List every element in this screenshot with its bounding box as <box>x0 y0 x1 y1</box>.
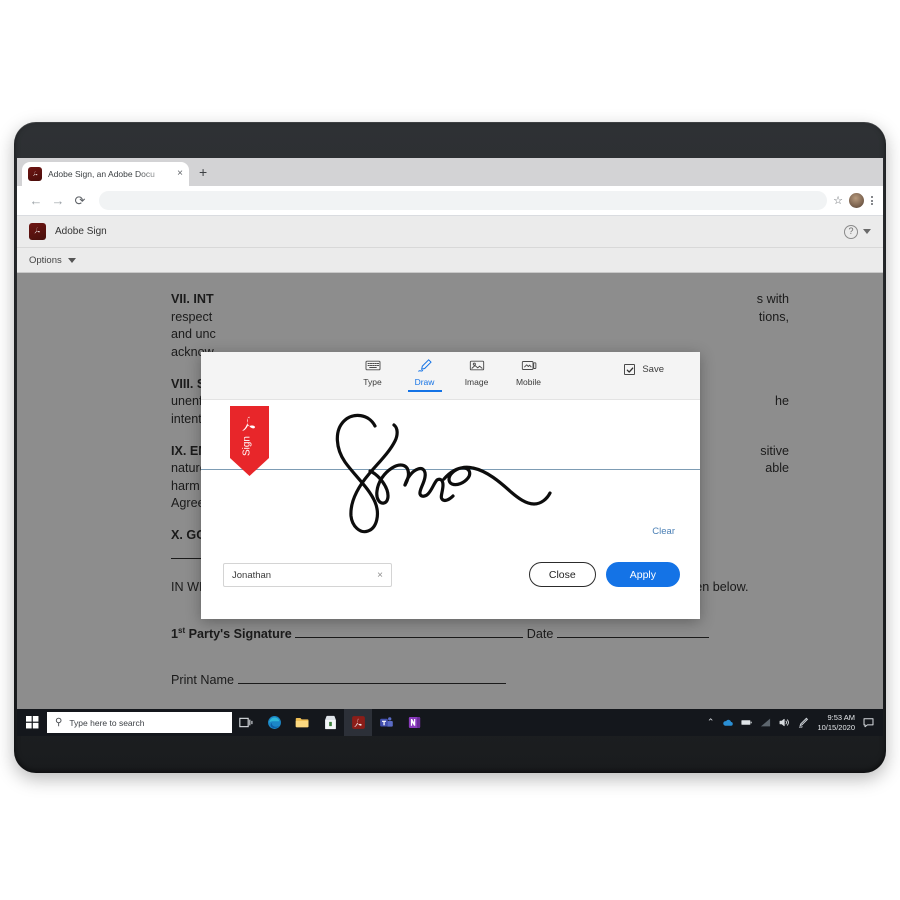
volume-icon[interactable] <box>779 717 790 728</box>
doc-fragment: sitive <box>760 443 789 458</box>
back-icon[interactable]: ← <box>25 193 47 208</box>
pen-draw-icon <box>417 357 433 373</box>
file-explorer-icon[interactable] <box>288 709 316 736</box>
clock-time: 9:53 AM <box>827 713 855 722</box>
chevron-down-icon[interactable] <box>863 229 871 234</box>
options-bar: Options <box>17 248 883 273</box>
search-input[interactable]: ⚲ Type here to search <box>47 712 232 733</box>
doc-signature-row: 1st Party's Signature Date <box>171 624 789 641</box>
doc-fragment: s with <box>756 292 789 306</box>
bookmark-star-icon[interactable]: ☆ <box>833 194 843 207</box>
signer-name-value: Jonathan <box>232 569 272 581</box>
signature-dialog: Type Draw Image Mobile Save Sign Clear J… <box>201 352 700 619</box>
doc-paragraph-7-heading: VII. INT <box>171 292 214 306</box>
clock-date: 10/15/2020 <box>817 722 855 732</box>
save-checkbox[interactable] <box>624 364 636 375</box>
doc-fragment: tions, <box>758 309 789 324</box>
date-label: Date <box>526 627 554 641</box>
sign-here-tag[interactable]: Sign <box>230 406 269 476</box>
browser-tab-strip: Adobe Sign, an Adobe Docu × + <box>17 158 883 186</box>
tab-mobile-label: Mobile <box>515 377 542 387</box>
onedrive-icon[interactable] <box>722 717 734 728</box>
clear-name-icon[interactable]: × <box>377 570 383 581</box>
close-button[interactable]: Close <box>528 562 596 587</box>
pen-tray-icon[interactable] <box>798 717 809 728</box>
search-icon: ⚲ <box>55 717 63 728</box>
chevron-down-icon[interactable] <box>67 257 76 263</box>
tab-type-label: Type <box>363 377 382 387</box>
signer-name-input[interactable]: Jonathan × <box>223 563 392 587</box>
signature-blank-line[interactable] <box>295 624 524 638</box>
tab-type[interactable]: Type <box>347 357 399 391</box>
browser-tab-title: Adobe Sign, an Adobe Docu <box>48 169 155 179</box>
tablet-screen: Adobe Sign, an Adobe Docu × + ← → ⟳ ☆ Ad… <box>17 158 883 736</box>
reload-icon[interactable]: ⟳ <box>69 193 91 209</box>
date-blank-line[interactable] <box>556 624 709 638</box>
action-center-icon[interactable] <box>863 717 874 728</box>
tab-draw[interactable]: Draw <box>399 357 451 392</box>
close-icon[interactable]: × <box>177 169 183 179</box>
tab-image[interactable]: Image <box>451 357 503 391</box>
microsoft-store-icon[interactable] <box>316 709 344 736</box>
battery-icon[interactable] <box>741 717 753 728</box>
doc-fragment: respect <box>171 309 213 324</box>
windows-taskbar: ⚲ Type here to search ⌃ 9:53 AM 10/15/20… <box>17 709 883 736</box>
tray-expand-chevron-icon[interactable]: ⌃ <box>707 717 715 728</box>
signature-mode-tabs: Type Draw Image Mobile Save <box>201 352 700 400</box>
image-icon <box>469 357 485 373</box>
doc-fragment: he <box>774 394 789 408</box>
svg-text:Sign: Sign <box>242 436 253 456</box>
doc-fragment: and unc <box>171 327 216 341</box>
address-bar[interactable] <box>99 191 828 210</box>
system-tray: ⌃ 9:53 AM 10/15/2020 <box>707 713 883 732</box>
browser-menu-icon[interactable] <box>871 196 873 205</box>
apply-button[interactable]: Apply <box>605 562 680 587</box>
dialog-action-buttons: Close Apply <box>528 562 680 587</box>
network-icon[interactable] <box>760 717 771 728</box>
browser-toolbar: ← → ⟳ ☆ <box>17 186 883 216</box>
new-tab-button[interactable]: + <box>199 165 207 179</box>
party-signature-label: Party's Signature <box>185 627 292 641</box>
onenote-icon[interactable] <box>400 709 428 736</box>
tab-mobile[interactable]: Mobile <box>503 357 555 391</box>
options-menu-label[interactable]: Options <box>29 255 62 266</box>
adobe-acrobat-favicon <box>28 167 42 181</box>
mobile-icon <box>521 357 537 373</box>
start-icon[interactable] <box>17 716 47 729</box>
print-name-blank-line[interactable] <box>237 670 506 684</box>
signature-ink-stroke <box>301 404 581 539</box>
party-ordinal: 1 <box>171 627 179 641</box>
microsoft-teams-icon[interactable] <box>372 709 400 736</box>
browser-tab[interactable]: Adobe Sign, an Adobe Docu × <box>22 162 189 186</box>
tab-draw-label: Draw <box>414 377 435 387</box>
microsoft-edge-icon[interactable] <box>260 709 288 736</box>
app-header: Adobe Sign ? <box>17 216 883 248</box>
doc-print-name-row: Print Name <box>171 670 789 687</box>
clear-signature-link[interactable]: Clear <box>652 526 675 537</box>
search-placeholder: Type here to search <box>69 717 145 728</box>
clock[interactable]: 9:53 AM 10/15/2020 <box>817 713 855 732</box>
document-viewport[interactable]: VII. INT s with respect tions, and unc a… <box>17 273 883 736</box>
app-title: Adobe Sign <box>55 226 107 237</box>
tab-image-label: Image <box>464 377 489 387</box>
print-name-label: Print Name <box>171 673 234 687</box>
forward-icon[interactable]: → <box>47 193 69 208</box>
save-label: Save <box>642 364 664 375</box>
doc-fragment: able <box>765 461 789 475</box>
help-icon[interactable]: ? <box>844 224 858 239</box>
keyboard-icon <box>365 357 381 373</box>
adobe-acrobat-icon[interactable] <box>344 709 372 736</box>
avatar[interactable] <box>849 193 864 208</box>
task-view-icon[interactable] <box>232 709 260 736</box>
save-signature-toggle[interactable]: Save <box>624 364 664 375</box>
adobe-sign-logo-icon <box>29 223 46 240</box>
signature-draw-canvas[interactable]: Sign Clear Jonathan × Close Apply <box>201 400 700 619</box>
doc-paragraph-7: VII. INT s with respect tions, and unc a… <box>171 291 789 361</box>
app-header-actions: ? <box>844 224 871 239</box>
